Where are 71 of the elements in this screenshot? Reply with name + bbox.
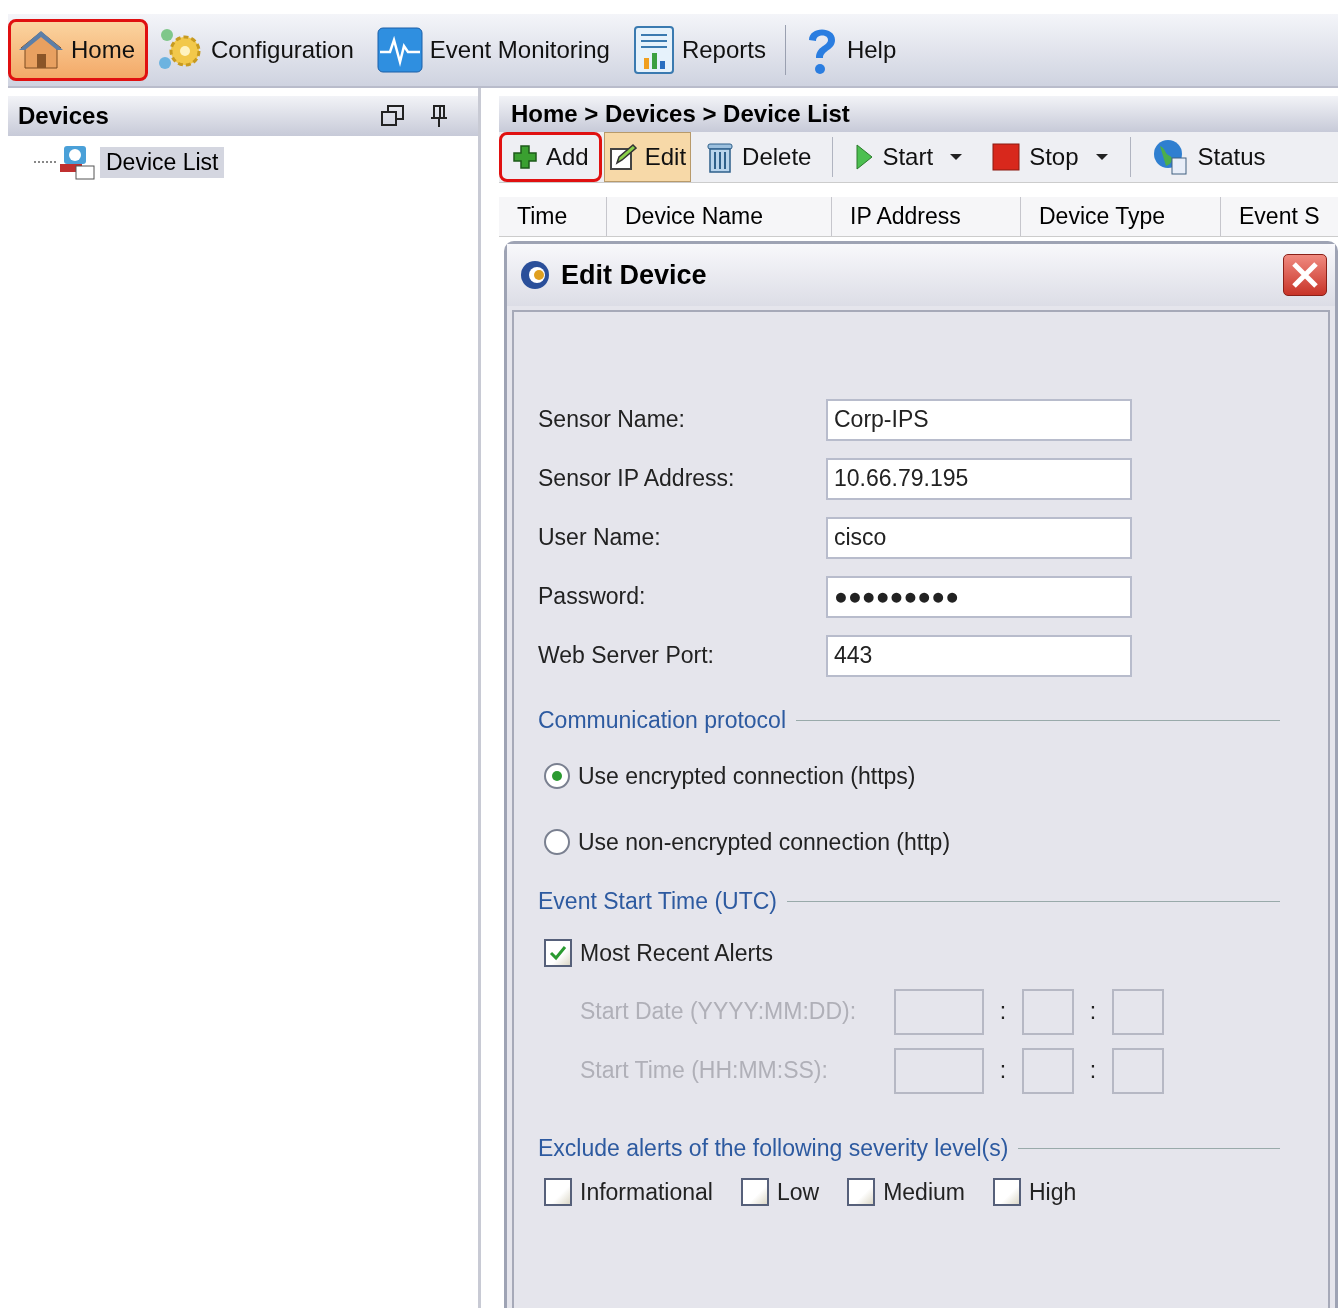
input-field[interactable]: 10.66.79.195 [826, 457, 1132, 500]
play-icon [854, 141, 875, 172]
menu-tab[interactable]: Reports [622, 19, 779, 81]
input-field[interactable]: Corp-IPS [826, 398, 1132, 441]
separator: : [998, 998, 1008, 1025]
dialog-title: Edit Device [561, 259, 708, 291]
separator: : [1088, 1057, 1098, 1084]
column-header[interactable]: Event S [1221, 196, 1338, 236]
toolbar-button[interactable]: Add [499, 131, 602, 182]
input-field[interactable] [894, 988, 984, 1035]
close-button[interactable] [1283, 254, 1327, 296]
field-label: Web Server Port: [538, 642, 715, 669]
checkbox[interactable] [544, 1178, 572, 1206]
radio-label: Use non-encrypted connection (http) [578, 828, 951, 856]
input-field[interactable] [894, 1047, 984, 1094]
menu-tab[interactable]: Help [791, 19, 910, 81]
device-icon [58, 144, 96, 180]
radio-button[interactable] [544, 763, 570, 789]
checkbox[interactable] [993, 1178, 1021, 1206]
checkbox-label: Most Recent Alerts [580, 939, 774, 967]
checkbox[interactable] [740, 1178, 769, 1206]
menu-tab[interactable]: Configuration [148, 19, 367, 81]
toolbar-button[interactable]: Start [841, 131, 977, 182]
separator: : [998, 1057, 1008, 1084]
close-icon [1291, 261, 1319, 289]
panel-title: Devices [18, 102, 110, 130]
checkbox[interactable] [847, 1178, 876, 1206]
field-label: User Name: [538, 524, 662, 551]
separator: : [1088, 998, 1098, 1025]
column-header[interactable]: Time [499, 196, 607, 236]
input-field[interactable] [1022, 1047, 1074, 1094]
column-header[interactable]: IP Address [832, 196, 1021, 236]
pencil-icon [608, 142, 637, 171]
swirl-logo-icon [519, 259, 551, 291]
stop-icon [991, 141, 1022, 172]
toolbar-button[interactable]: Status [1138, 131, 1279, 182]
toolbar-button[interactable]: Stop [978, 131, 1122, 182]
input-field[interactable] [1112, 988, 1164, 1035]
field-label: Sensor IP Address: [538, 465, 736, 492]
breadcrumb: Home > Devices > Device List [499, 96, 1338, 132]
section-title: Event Start Time (UTC) [538, 888, 777, 915]
checkbox-label: Informational [580, 1178, 713, 1206]
radio-label: Use encrypted connection (https) [578, 762, 916, 790]
checkbox-label: High [1029, 1178, 1077, 1206]
plus-icon [512, 143, 538, 170]
input-field[interactable] [1112, 1047, 1164, 1094]
house-icon [17, 28, 65, 72]
restore-icon [380, 104, 406, 128]
checkbox-label: Low [776, 1178, 820, 1206]
field-label: Password: [538, 583, 647, 610]
section-title: Exclude alerts of the following severity level(s) [538, 1135, 1009, 1162]
pulse-monitor-icon [375, 26, 424, 74]
field-label: Sensor Name: [538, 406, 686, 433]
input-field[interactable]: cisco [826, 516, 1132, 559]
menu-tab[interactable]: Event Monitoring [366, 19, 623, 81]
menu-tab[interactable]: Home [8, 19, 149, 81]
pin-icon [430, 104, 448, 128]
checkbox[interactable] [544, 939, 572, 967]
input-field[interactable]: ●●●●●●●●● [826, 575, 1132, 618]
toolbar-button[interactable]: Edit [603, 131, 692, 182]
globe-icon [1151, 137, 1190, 176]
input-field[interactable] [1022, 988, 1074, 1035]
section-title: Communication protocol [538, 707, 786, 734]
checkbox-label: Medium [883, 1178, 965, 1206]
radio-button[interactable] [544, 829, 570, 855]
toolbar-button[interactable]: Delete [693, 131, 825, 182]
column-header[interactable]: Device Name [607, 196, 832, 236]
checkmark-icon [549, 945, 567, 961]
report-chart-icon [631, 24, 676, 76]
column-header[interactable]: Device Type [1021, 196, 1221, 236]
input-field[interactable]: 443 [826, 634, 1132, 677]
